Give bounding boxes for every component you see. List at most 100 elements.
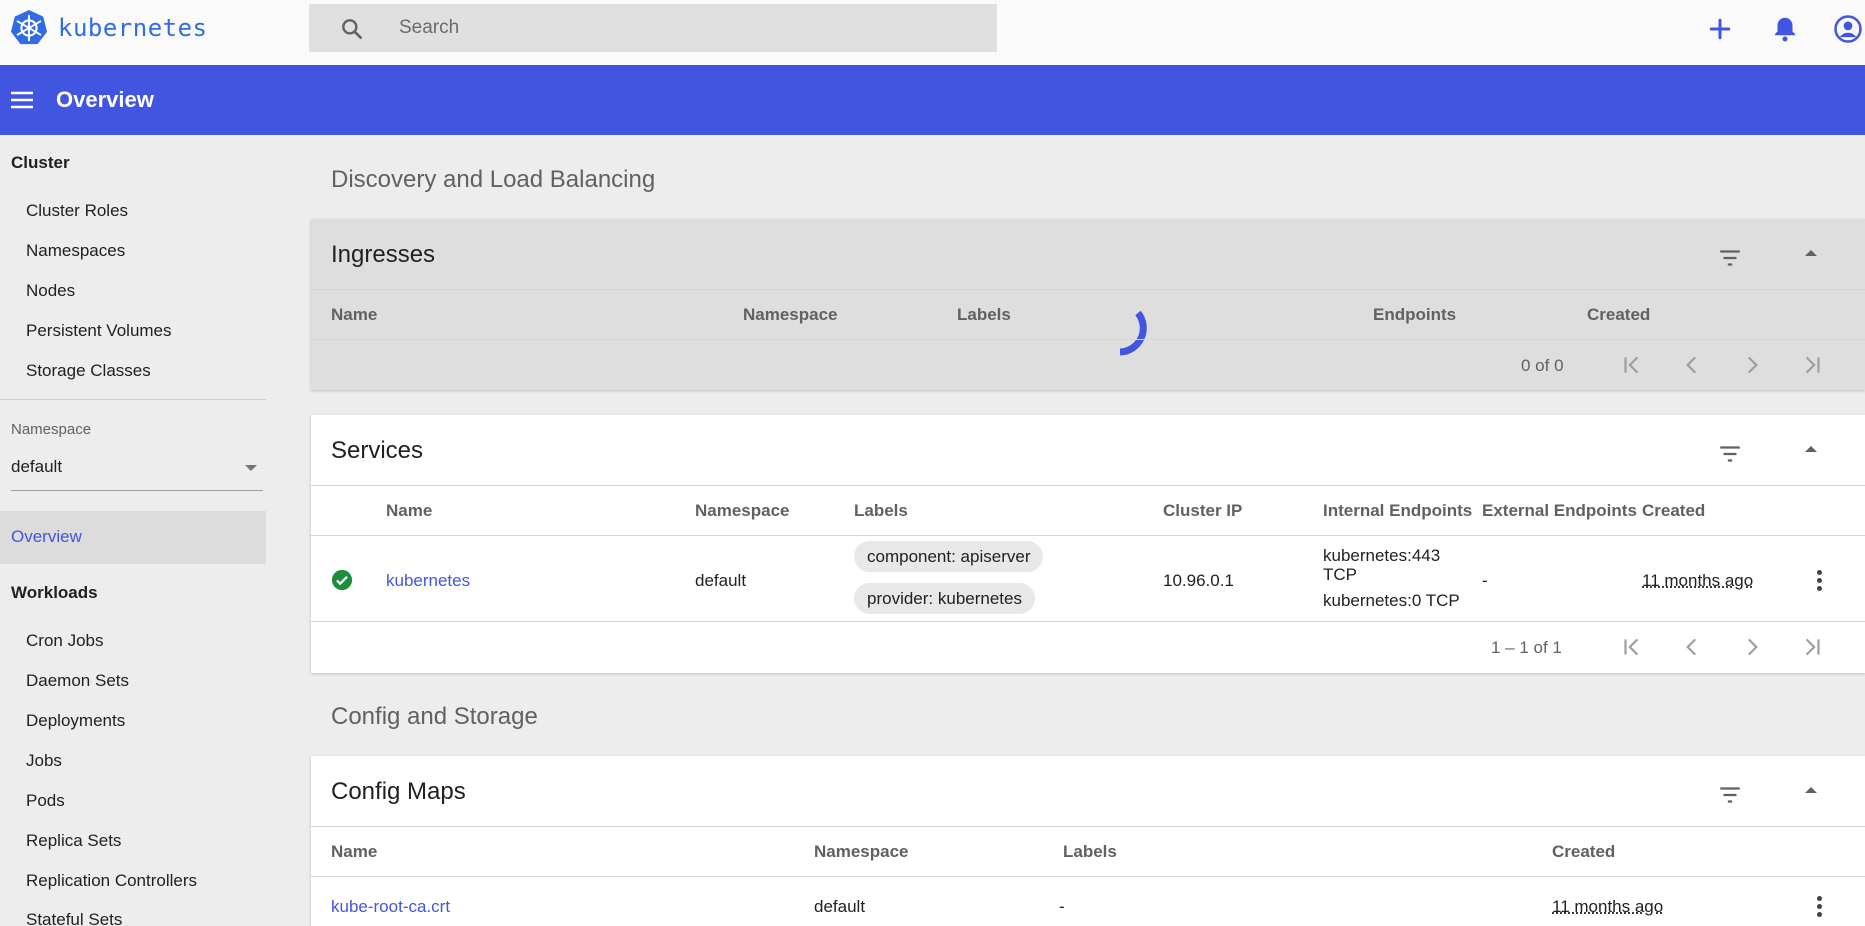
internal-endpoint-protocol: TCP: [1323, 565, 1357, 584]
search-input[interactable]: [399, 4, 979, 52]
divider: [311, 876, 1865, 877]
sidebar-item-cluster-roles[interactable]: Cluster Roles: [26, 201, 128, 221]
label-chip: provider: kubernetes: [854, 583, 1035, 614]
filter-button[interactable]: [1717, 441, 1743, 467]
sidebar-item-overview[interactable]: Overview: [0, 511, 266, 564]
column-header-namespace[interactable]: Namespace: [743, 305, 838, 325]
chevron-left-icon: [1686, 638, 1697, 656]
sidebar-item-replication-controllers[interactable]: Replication Controllers: [26, 871, 197, 891]
collapse-button[interactable]: [1805, 787, 1817, 793]
app-name: kubernetes: [58, 14, 208, 42]
first-page-button[interactable]: [1619, 352, 1645, 378]
divider: [311, 339, 1865, 340]
app-bar: Overview: [0, 65, 1865, 135]
column-header-internal-endpoints: Internal Endpoints: [1323, 501, 1473, 520]
divider: [311, 535, 1865, 536]
section-title-config: Config and Storage: [331, 703, 538, 730]
sidebar-item-namespaces[interactable]: Namespaces: [26, 241, 125, 261]
menu-toggle-button[interactable]: [9, 87, 35, 113]
last-page-icon: [1805, 638, 1820, 656]
first-page-button[interactable]: [1619, 634, 1645, 660]
last-page-button[interactable]: [1799, 352, 1825, 378]
namespace-value: default: [11, 457, 63, 476]
kubernetes-logo[interactable]: kubernetes: [10, 9, 208, 47]
column-header-namespace[interactable]: Namespace: [695, 501, 790, 521]
divider: [311, 826, 1865, 827]
sidebar-item-deployments[interactable]: Deployments: [26, 711, 125, 731]
pager-count: 0 of 0: [1521, 356, 1564, 375]
sidebar-item-storage-classes[interactable]: Storage Classes: [26, 361, 151, 381]
column-header-labels: Labels: [957, 305, 1011, 324]
search-bar: [309, 4, 997, 52]
column-header-created[interactable]: Created: [1642, 501, 1705, 521]
previous-page-button[interactable]: [1679, 352, 1705, 378]
top-bar: kubernetes: [0, 0, 1865, 65]
next-page-button[interactable]: [1739, 634, 1765, 660]
ingresses-card: Ingresses Name Namespace Labels Endpoint…: [311, 219, 1865, 390]
column-header-name[interactable]: Name: [331, 842, 377, 862]
sidebar-item-daemon-sets[interactable]: Daemon Sets: [26, 671, 129, 691]
chevron-right-icon: [1747, 356, 1758, 374]
more-vertical-icon: [1817, 570, 1822, 575]
sidebar-item-pods[interactable]: Pods: [26, 791, 65, 811]
sidebar: Cluster Cluster Roles Namespaces Nodes P…: [0, 135, 266, 926]
namespace-label: Namespace: [11, 421, 92, 438]
service-created: 11 months ago: [1642, 571, 1754, 590]
filter-button[interactable]: [1717, 782, 1743, 808]
first-page-icon: [1624, 356, 1639, 374]
column-header-external-endpoints: External Endpoints: [1482, 501, 1637, 520]
sidebar-heading-cluster[interactable]: Cluster: [11, 153, 70, 173]
card-title: Config Maps: [331, 778, 466, 805]
divider: [311, 485, 1865, 486]
account-circle-icon: [1834, 15, 1862, 43]
page-title: Overview: [56, 87, 154, 112]
column-header-created[interactable]: Created: [1587, 305, 1650, 325]
loading-spinner-icon: [1119, 310, 1147, 356]
sidebar-heading-workloads[interactable]: Workloads: [11, 583, 98, 603]
filter-button[interactable]: [1717, 245, 1743, 271]
column-header-created[interactable]: Created: [1552, 842, 1615, 862]
row-actions-button[interactable]: [1817, 570, 1823, 594]
divider: [311, 289, 1865, 290]
sidebar-item-persistent-volumes[interactable]: Persistent Volumes: [26, 321, 172, 341]
sidebar-item-nodes[interactable]: Nodes: [26, 281, 75, 301]
sidebar-divider: [0, 399, 266, 400]
section-title-discovery: Discovery and Load Balancing: [331, 166, 656, 193]
sidebar-item-replica-sets[interactable]: Replica Sets: [26, 831, 121, 851]
hamburger-menu-icon: [11, 91, 33, 109]
filter-icon: [1720, 787, 1740, 803]
last-page-icon: [1805, 356, 1820, 374]
filter-icon: [1720, 446, 1740, 462]
next-page-button[interactable]: [1739, 352, 1765, 378]
column-header-endpoints: Endpoints: [1373, 305, 1457, 324]
last-page-button[interactable]: [1799, 634, 1825, 660]
card-title: Services: [331, 437, 424, 464]
pager-count: 1 – 1 of 1: [1491, 638, 1562, 657]
plus-icon: [1709, 18, 1731, 40]
account-button[interactable]: [1833, 14, 1863, 44]
column-header-name[interactable]: Name: [386, 501, 432, 521]
collapse-button[interactable]: [1805, 250, 1817, 256]
bell-icon: [1775, 17, 1795, 42]
config-map-name-link[interactable]: kube-root-ca.crt: [331, 897, 450, 917]
notifications-button[interactable]: [1770, 14, 1800, 44]
service-external-endpoints: -: [1482, 571, 1488, 590]
previous-page-button[interactable]: [1679, 634, 1705, 660]
column-header-namespace[interactable]: Namespace: [814, 842, 909, 862]
label-chip: component: apiserver: [854, 541, 1044, 572]
row-actions-button[interactable]: [1817, 896, 1823, 920]
service-cluster-ip: 10.96.0.1: [1163, 571, 1234, 590]
sidebar-item-stateful-sets[interactable]: Stateful Sets: [26, 910, 122, 926]
column-header-name[interactable]: Name: [331, 305, 377, 325]
chevron-right-icon: [1747, 638, 1758, 656]
sidebar-item-jobs[interactable]: Jobs: [26, 751, 62, 771]
collapse-button[interactable]: [1805, 446, 1817, 452]
service-name-link[interactable]: kubernetes: [386, 571, 470, 591]
sidebar-item-cron-jobs[interactable]: Cron Jobs: [26, 631, 103, 651]
kubernetes-wheel-icon: [10, 9, 48, 45]
namespace-select[interactable]: default: [11, 457, 263, 491]
card-title: Ingresses: [331, 241, 436, 268]
check-circle-icon: [331, 569, 353, 591]
internal-endpoint: kubernetes:0 TCP: [1323, 591, 1460, 610]
create-button[interactable]: [1705, 14, 1735, 44]
